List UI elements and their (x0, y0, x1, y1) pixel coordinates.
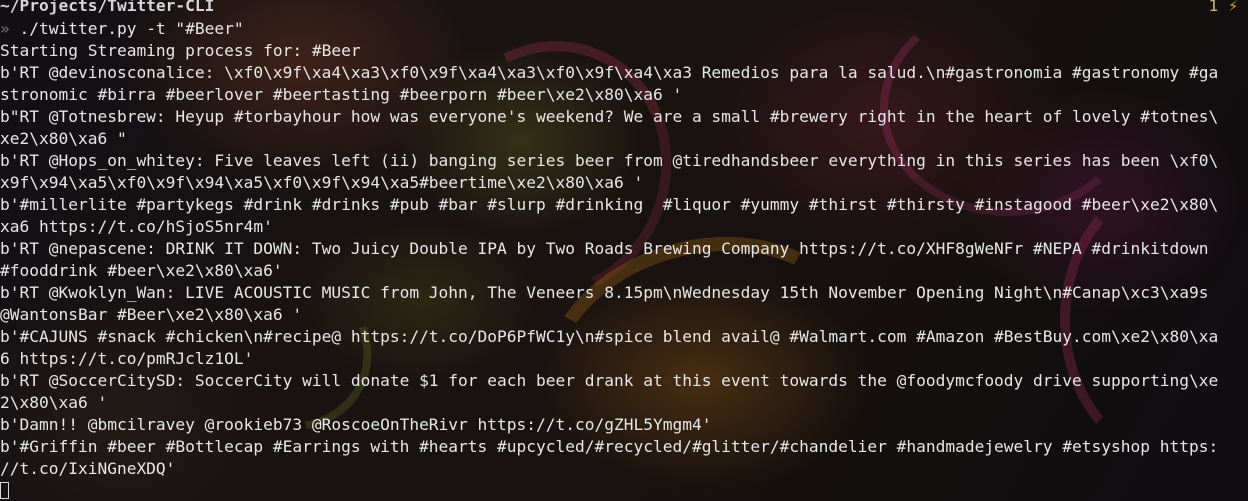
output-line: b'RT @devinosconalice: \xf0\x9f\xa4\xa3\… (0, 63, 1219, 82)
terminal-window[interactable]: ~/Projects/Twitter-CLI 1 ⚡ » ./twitter.py… (0, 0, 1248, 501)
output-line: b'RT @Hops_on_whitey: Five leaves left (… (0, 151, 1219, 170)
output-line: 2\x80\xa6 ' (0, 393, 108, 412)
status-indicator: 1 ⚡ (1209, 0, 1239, 15)
output-line: b"RT @Totnesbrew: Heyup #torbayhour how … (0, 107, 1219, 126)
output-line: b'Damn!! @bmcilravey @rookieb73 @RoscoeO… (0, 415, 712, 434)
command-text: ./twitter.py -t "#Beer" (9, 19, 244, 38)
current-path: ~/Projects/Twitter-CLI (0, 0, 215, 15)
output-line: stronomic #birra #beerlover #beertasting… (0, 85, 683, 104)
output-line: xe2\x80\xa6 " (0, 129, 127, 148)
status-number: 1 (1208, 0, 1219, 15)
output-line: 6 https://t.co/pmRJclz1OL' (0, 349, 254, 368)
terminal-content: ~/Projects/Twitter-CLI 1 ⚡ » ./twitter.py… (0, 0, 1248, 501)
output-area: Starting Streaming process for: #Beer b'… (0, 40, 1248, 480)
output-line: //t.co/IxiNGneXDQ' (0, 459, 176, 478)
title-bar: ~/Projects/Twitter-CLI 1 ⚡ (0, 0, 1248, 18)
text-cursor (0, 482, 9, 499)
output-line: b'#Griffin #beer #Bottlecap #Earrings wi… (0, 437, 1219, 456)
output-line: #fooddrink #beer\xe2\x80\xa6' (0, 261, 283, 280)
output-line: b'#CAJUNS #snack #chicken\n#recipe@ http… (0, 327, 1219, 346)
prompt-arrow-icon: » (0, 19, 10, 38)
output-line: b'RT @SoccerCitySD: SoccerCity will dona… (0, 371, 1219, 390)
output-line: b'RT @Kwoklyn_Wan: LIVE ACOUSTIC MUSIC f… (0, 283, 1209, 302)
input-line[interactable] (0, 480, 1248, 501)
output-line: @WantonsBar #Beer\xe2\x80\xa6 ' (0, 305, 303, 324)
output-line: xa6 https://t.co/hSjoS5nr4m' (0, 217, 273, 236)
output-line: Starting Streaming process for: #Beer (0, 41, 361, 60)
lightning-icon: ⚡ (1228, 0, 1238, 15)
command-line: » ./twitter.py -t "#Beer" (0, 18, 1248, 40)
output-line: b'RT @nepascene: DRINK IT DOWN: Two Juic… (0, 239, 1209, 258)
output-line: x9f\x94\xa5\xf0\x9f\x94\xa5\xf0\x9f\x94\… (0, 173, 644, 192)
output-line: b'#millerlite #partykegs #drink #drinks … (0, 195, 1219, 214)
